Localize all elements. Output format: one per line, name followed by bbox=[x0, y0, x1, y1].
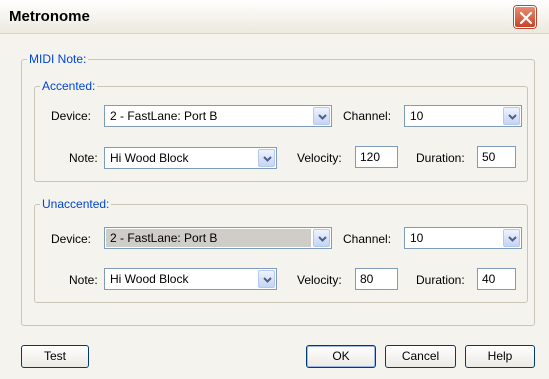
dropdown-button[interactable] bbox=[313, 229, 330, 247]
accented-device-value: 2 - FastLane: Port B bbox=[110, 109, 218, 123]
accented-velocity-label: Velocity: bbox=[297, 151, 342, 165]
accented-duration-label: Duration: bbox=[416, 151, 465, 165]
accented-note-select[interactable]: Hi Wood Block bbox=[104, 147, 277, 169]
unaccented-legend: Unaccented: bbox=[42, 197, 110, 211]
unaccented-channel-label: Channel: bbox=[343, 232, 392, 246]
unaccented-device-label: Device: bbox=[51, 232, 92, 246]
accented-note-label: Note: bbox=[69, 151, 98, 165]
chevron-down-icon bbox=[318, 236, 327, 242]
unaccented-channel-value: 10 bbox=[410, 231, 424, 245]
unaccented-duration-label: Duration: bbox=[416, 273, 465, 287]
accented-device-label: Device: bbox=[51, 109, 92, 123]
chevron-down-icon bbox=[508, 114, 517, 120]
help-button[interactable]: Help bbox=[465, 345, 535, 368]
dropdown-button[interactable] bbox=[313, 107, 330, 125]
unaccented-note-select[interactable]: Hi Wood Block bbox=[104, 268, 277, 290]
unaccented-device-value: 2 - FastLane: Port B bbox=[110, 231, 218, 245]
accented-duration-value: 50 bbox=[482, 150, 496, 164]
unaccented-note-label: Note: bbox=[69, 273, 98, 287]
unaccented-velocity-value: 80 bbox=[360, 272, 374, 286]
window-title: Metronome bbox=[9, 8, 90, 25]
accented-legend: Accented: bbox=[42, 79, 96, 93]
accented-device-select[interactable]: 2 - FastLane: Port B bbox=[104, 105, 332, 127]
chevron-down-icon bbox=[263, 277, 272, 283]
chevron-down-icon bbox=[508, 236, 517, 242]
ok-button[interactable]: OK bbox=[306, 345, 376, 368]
chevron-down-icon bbox=[318, 114, 327, 120]
accented-channel-label: Channel: bbox=[343, 109, 392, 123]
cancel-button[interactable]: Cancel bbox=[385, 345, 456, 368]
midi-note-legend: MIDI Note: bbox=[29, 52, 87, 66]
unaccented-duration-field[interactable]: 40 bbox=[477, 268, 516, 290]
accented-duration-field[interactable]: 50 bbox=[477, 146, 516, 168]
unaccented-velocity-label: Velocity: bbox=[297, 273, 342, 287]
dropdown-button[interactable] bbox=[503, 107, 520, 125]
unaccented-device-select[interactable]: 2 - FastLane: Port B bbox=[104, 227, 332, 249]
dropdown-button[interactable] bbox=[258, 149, 275, 167]
accented-velocity-field[interactable]: 120 bbox=[355, 146, 398, 168]
close-button[interactable] bbox=[514, 6, 536, 28]
close-icon bbox=[519, 11, 533, 25]
accented-velocity-value: 120 bbox=[360, 150, 381, 164]
unaccented-note-value: Hi Wood Block bbox=[110, 272, 189, 286]
dropdown-button[interactable] bbox=[503, 229, 520, 247]
unaccented-duration-value: 40 bbox=[482, 272, 496, 286]
accented-channel-select[interactable]: 10 bbox=[404, 105, 522, 127]
chevron-down-icon bbox=[263, 156, 272, 162]
title-bar: Metronome bbox=[0, 0, 549, 34]
accented-channel-value: 10 bbox=[410, 109, 424, 123]
dropdown-button[interactable] bbox=[258, 270, 275, 288]
test-button[interactable]: Test bbox=[21, 345, 89, 368]
unaccented-channel-select[interactable]: 10 bbox=[404, 227, 522, 249]
accented-note-value: Hi Wood Block bbox=[110, 151, 189, 165]
unaccented-velocity-field[interactable]: 80 bbox=[355, 268, 398, 290]
